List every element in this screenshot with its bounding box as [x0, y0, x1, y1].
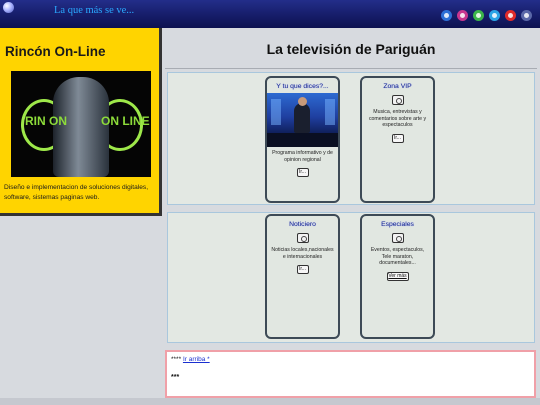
go-button[interactable]: Ir...: [296, 265, 309, 275]
card-description: Eventos, espectaculos, Tele maraton, doc…: [370, 247, 425, 267]
back-to-top-link[interactable]: Ir arriba *: [183, 356, 210, 363]
card-especiales: Especiales Eventos, espectaculos, Tele m…: [360, 214, 435, 339]
footer-prefix: ****: [171, 356, 182, 363]
logo-icon[interactable]: [3, 2, 14, 13]
go-button[interactable]: Ir...: [391, 133, 404, 143]
site-title: Rincón On-Line: [5, 44, 106, 59]
card-y-tu-que-dices: Y tu que dices?... Programa informativo …: [265, 76, 340, 203]
top-bar: La que más se ve...: [0, 0, 540, 28]
site-tagline: La que más se ve...: [54, 5, 135, 16]
card-title: Zona VIP: [383, 83, 412, 90]
footer-line: **** Ir arriba *: [171, 356, 210, 363]
footer-stars: ***: [171, 374, 180, 381]
facebook-icon[interactable]: [441, 10, 452, 21]
social-links: [441, 10, 532, 21]
bottom-strip: [0, 398, 540, 405]
ver-mas-button[interactable]: Ver más: [386, 271, 409, 281]
banner-text-left: RIN ON: [25, 114, 67, 128]
go-button[interactable]: Ir...: [296, 168, 309, 178]
card-description: Noticias locales,nacionales e internacio…: [271, 247, 334, 260]
banner-text-right: ON LINE: [101, 114, 150, 128]
whatsapp-icon[interactable]: [473, 10, 484, 21]
footer-box: **** Ir arriba * ***: [165, 350, 536, 398]
card-description: Musica, entrevistas y comentarios sobre …: [368, 109, 427, 129]
tv-thumbnail[interactable]: [267, 93, 338, 147]
instagram-icon[interactable]: [457, 10, 468, 21]
section-top: Y tu que dices?... Programa informativo …: [167, 72, 535, 205]
card-title: Y tu que dices?...: [276, 83, 329, 90]
sidebar-panel: Rincón On-Line RIN ON ON LINE Diseño e i…: [0, 28, 162, 216]
card-title: Especiales: [381, 221, 414, 228]
contact-icon[interactable]: [521, 10, 532, 21]
youtube-icon[interactable]: [505, 10, 516, 21]
title-divider: [165, 68, 537, 69]
media-icon: [391, 233, 404, 243]
card-description: Programa informativo y de opinion region…: [272, 150, 333, 163]
twitter-icon[interactable]: [489, 10, 500, 21]
banner-image: RIN ON ON LINE: [11, 71, 151, 177]
media-icon: [296, 233, 309, 243]
section-bottom: Noticiero Noticias locales,nacionales e …: [167, 212, 535, 343]
card-title: Noticiero: [289, 221, 316, 228]
card-noticiero: Noticiero Noticias locales,nacionales e …: [265, 214, 340, 339]
media-icon: [391, 95, 404, 105]
page-title: La televisión de Pariguán: [266, 41, 436, 57]
site-description: Diseño e implementacion de soluciones di…: [4, 184, 149, 201]
card-zona-vip: Zona VIP Musica, entrevistas y comentari…: [360, 76, 435, 203]
